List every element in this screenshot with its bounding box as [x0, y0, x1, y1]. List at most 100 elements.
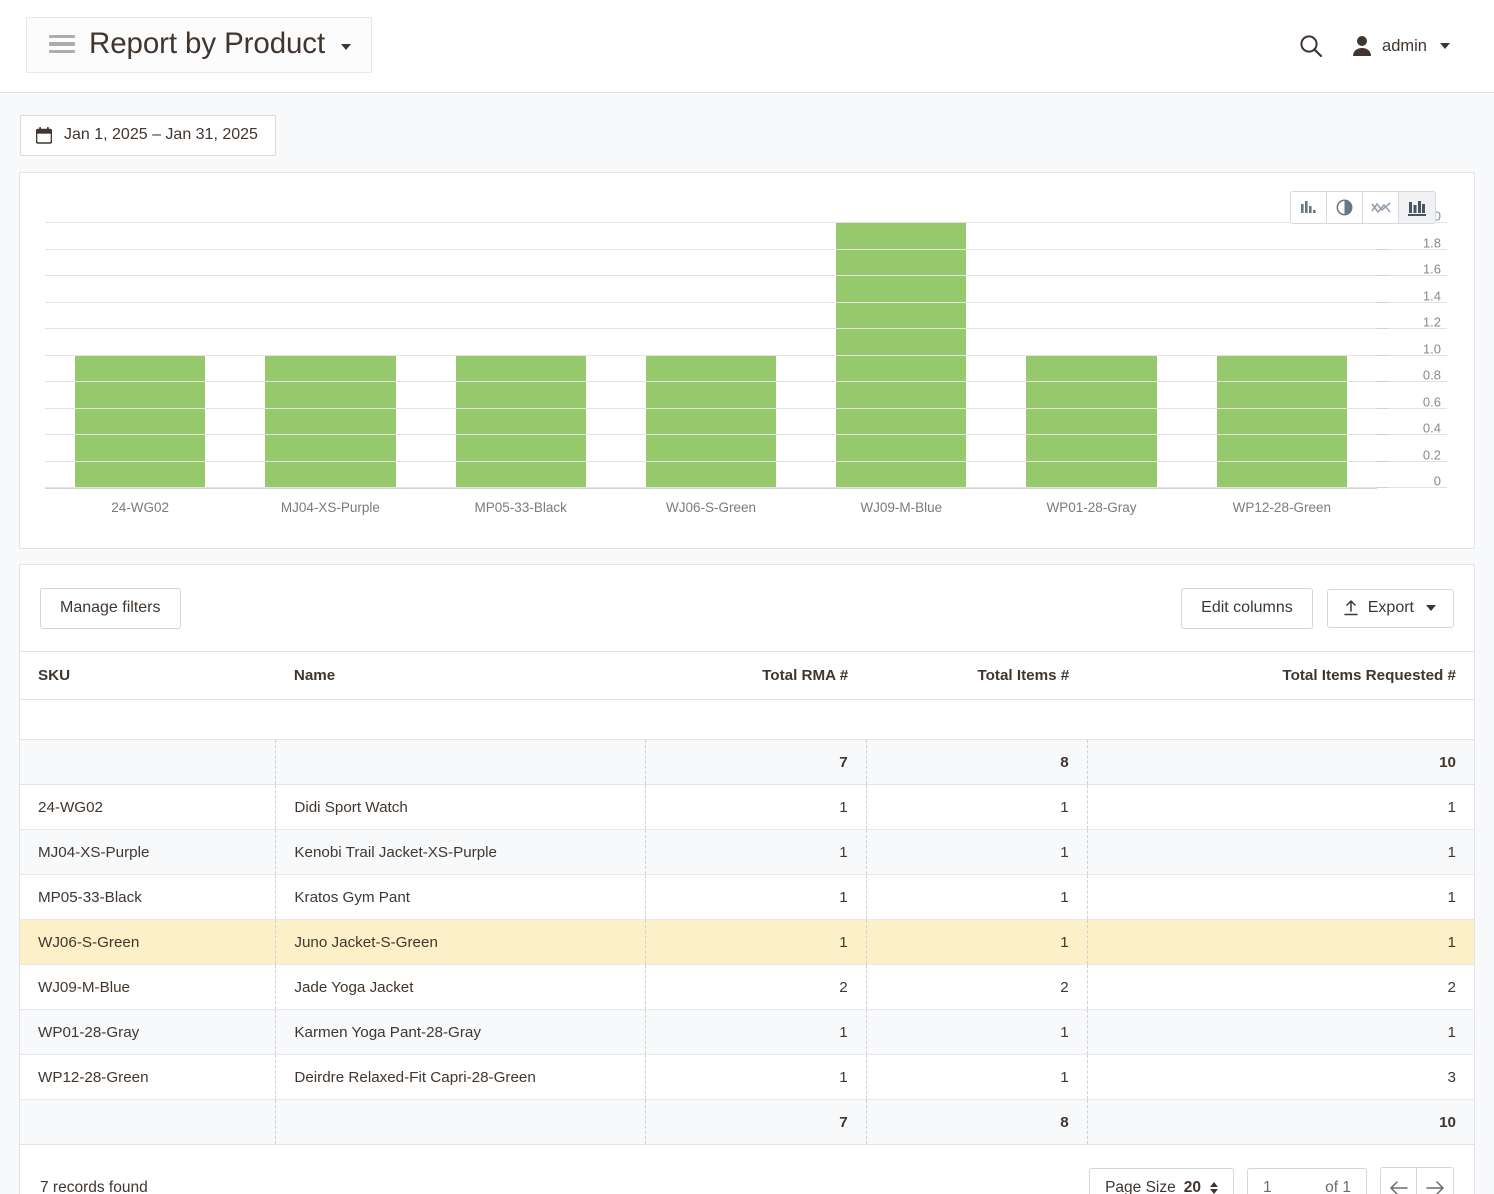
chart-y-tick-label: 0.2 — [1423, 447, 1441, 462]
cell-items: 1 — [866, 830, 1087, 875]
pie-chart-icon[interactable] — [1327, 192, 1363, 223]
report-table: SKU Name Total RMA # Total Items # Total… — [20, 651, 1474, 1145]
chevron-down-icon — [1426, 605, 1436, 611]
stepper-arrows-icon — [1210, 1182, 1218, 1194]
cell-rma: 1 — [645, 1055, 866, 1100]
export-button[interactable]: Export — [1327, 589, 1454, 628]
page-size-selector[interactable]: Page Size 20 — [1089, 1168, 1234, 1194]
hamburger-icon — [49, 35, 75, 54]
cell-name: Juno Jacket-S-Green — [276, 920, 645, 965]
cell-items: 1 — [866, 920, 1087, 965]
edit-columns-button[interactable]: Edit columns — [1181, 588, 1313, 629]
next-page-button[interactable] — [1417, 1168, 1453, 1194]
search-icon[interactable] — [1298, 33, 1324, 59]
chart-bar[interactable] — [1217, 356, 1347, 489]
line-chart-icon[interactable] — [1363, 192, 1399, 223]
chart-bar[interactable] — [265, 356, 395, 489]
cell-sku: WP12-28-Green — [20, 1055, 276, 1100]
chart-bar[interactable] — [1026, 356, 1156, 489]
cell-req: 3 — [1087, 1055, 1474, 1100]
user-menu[interactable]: admin — [1352, 35, 1450, 57]
column-header-total-items[interactable]: Total Items # — [866, 652, 1087, 700]
cell-sku — [20, 740, 276, 785]
filter-bar: Jan 1, 2025 – Jan 31, 2025 — [19, 93, 1475, 172]
column-header-name[interactable]: Name — [276, 652, 645, 700]
chart-plot-area: 00.20.40.60.81.01.21.41.61.82.0 24-WG02M… — [45, 223, 1447, 548]
column-header-total-items-requested[interactable]: Total Items Requested # — [1087, 652, 1474, 700]
chart-gridline — [45, 487, 1447, 488]
filter-cell-rma[interactable] — [645, 700, 866, 740]
cell-rma: 7 — [645, 740, 866, 785]
chart-y-tick-label: 1.0 — [1423, 341, 1441, 356]
page-size-value: 20 — [1184, 1179, 1201, 1194]
table-row[interactable]: MJ04-XS-PurpleKenobi Trail Jacket-XS-Pur… — [20, 830, 1474, 875]
date-range-filter[interactable]: Jan 1, 2025 – Jan 31, 2025 — [20, 115, 276, 156]
chart-bar-column — [45, 223, 235, 488]
filter-cell-items[interactable] — [866, 700, 1087, 740]
table-row[interactable]: MP05-33-BlackKratos Gym Pant111 — [20, 875, 1474, 920]
filter-cell-sku[interactable] — [20, 700, 276, 740]
cell-items: 1 — [866, 1010, 1087, 1055]
chart-gridline — [45, 275, 1447, 276]
grid-toolbar: Manage filters Edit columns Export — [20, 565, 1474, 651]
chart-bar[interactable] — [836, 223, 966, 488]
pagination-controls: Page Size 20 1 of 1 — [1089, 1167, 1454, 1194]
cell-name: Kenobi Trail Jacket-XS-Purple — [276, 830, 645, 875]
chart-y-tick-mark — [1377, 275, 1387, 276]
cell-req: 10 — [1087, 1100, 1474, 1145]
table-row[interactable]: WP01-28-GrayKarmen Yoga Pant-28-Gray111 — [20, 1010, 1474, 1055]
column-header-sku[interactable]: SKU — [20, 652, 276, 700]
page-body: Jan 1, 2025 – Jan 31, 2025 — [0, 93, 1494, 1194]
cell-rma: 7 — [645, 1100, 866, 1145]
cell-sku — [20, 1100, 276, 1145]
chart-bar-column — [616, 223, 806, 488]
table-filter-row[interactable] — [20, 700, 1474, 740]
cell-req: 1 — [1087, 1010, 1474, 1055]
chart-y-tick-mark — [1377, 434, 1387, 435]
previous-page-button[interactable] — [1381, 1168, 1417, 1194]
cell-rma: 1 — [645, 830, 866, 875]
chart-y-tick-mark — [1377, 487, 1387, 488]
cell-req: 10 — [1087, 740, 1474, 785]
column-header-total-rma[interactable]: Total RMA # — [645, 652, 866, 700]
cell-req: 1 — [1087, 920, 1474, 965]
chart-bar[interactable] — [456, 356, 586, 489]
user-name-label: admin — [1382, 37, 1427, 56]
cell-items: 8 — [866, 1100, 1087, 1145]
chart-gridline — [45, 328, 1447, 329]
cell-req: 2 — [1087, 965, 1474, 1010]
table-row[interactable]: WJ09-M-BlueJade Yoga Jacket222 — [20, 965, 1474, 1010]
chart-y-tick-label: 0 — [1434, 474, 1441, 489]
page-title: Report by Product — [89, 27, 325, 61]
filter-cell-req[interactable] — [1087, 700, 1474, 740]
table-row[interactable]: WJ06-S-GreenJuno Jacket-S-Green111 — [20, 920, 1474, 965]
table-row[interactable]: 24-WG02Didi Sport Watch111 — [20, 785, 1474, 830]
chart-y-tick-label: 0.8 — [1423, 368, 1441, 383]
chart-bar[interactable] — [646, 356, 776, 489]
chart-x-tick-label: MP05-33-Black — [426, 490, 616, 515]
page-number-input[interactable]: 1 of 1 — [1247, 1168, 1367, 1194]
upload-icon — [1344, 600, 1358, 616]
chart-x-tick-label: WJ06-S-Green — [616, 490, 806, 515]
page-title-menu-button[interactable]: Report by Product — [26, 17, 372, 73]
chart-y-tick-mark — [1377, 328, 1387, 329]
date-range-label: Jan 1, 2025 – Jan 31, 2025 — [64, 126, 258, 144]
manage-filters-button[interactable]: Manage filters — [40, 588, 181, 629]
column-chart-icon[interactable] — [1399, 192, 1435, 223]
page-nav-group — [1380, 1167, 1454, 1194]
chart-gridline — [45, 355, 1447, 356]
chart-bar[interactable] — [75, 356, 205, 489]
grid-toolbar-right: Edit columns Export — [1181, 588, 1454, 629]
bar-chart-icon[interactable] — [1291, 192, 1327, 223]
cell-sku: 24-WG02 — [20, 785, 276, 830]
top-header-bar: Report by Product admin — [0, 0, 1494, 93]
table-body: 781024-WG02Didi Sport Watch111MJ04-XS-Pu… — [20, 700, 1474, 1145]
cell-sku: MP05-33-Black — [20, 875, 276, 920]
cell-sku: WJ06-S-Green — [20, 920, 276, 965]
filter-cell-name[interactable] — [276, 700, 645, 740]
chart-canvas: 00.20.40.60.81.01.21.41.61.82.0 — [45, 223, 1377, 489]
chart-gridline — [45, 249, 1447, 250]
cell-req: 1 — [1087, 785, 1474, 830]
chart-gridline — [45, 408, 1447, 409]
table-row[interactable]: WP12-28-GreenDeirdre Relaxed-Fit Capri-2… — [20, 1055, 1474, 1100]
